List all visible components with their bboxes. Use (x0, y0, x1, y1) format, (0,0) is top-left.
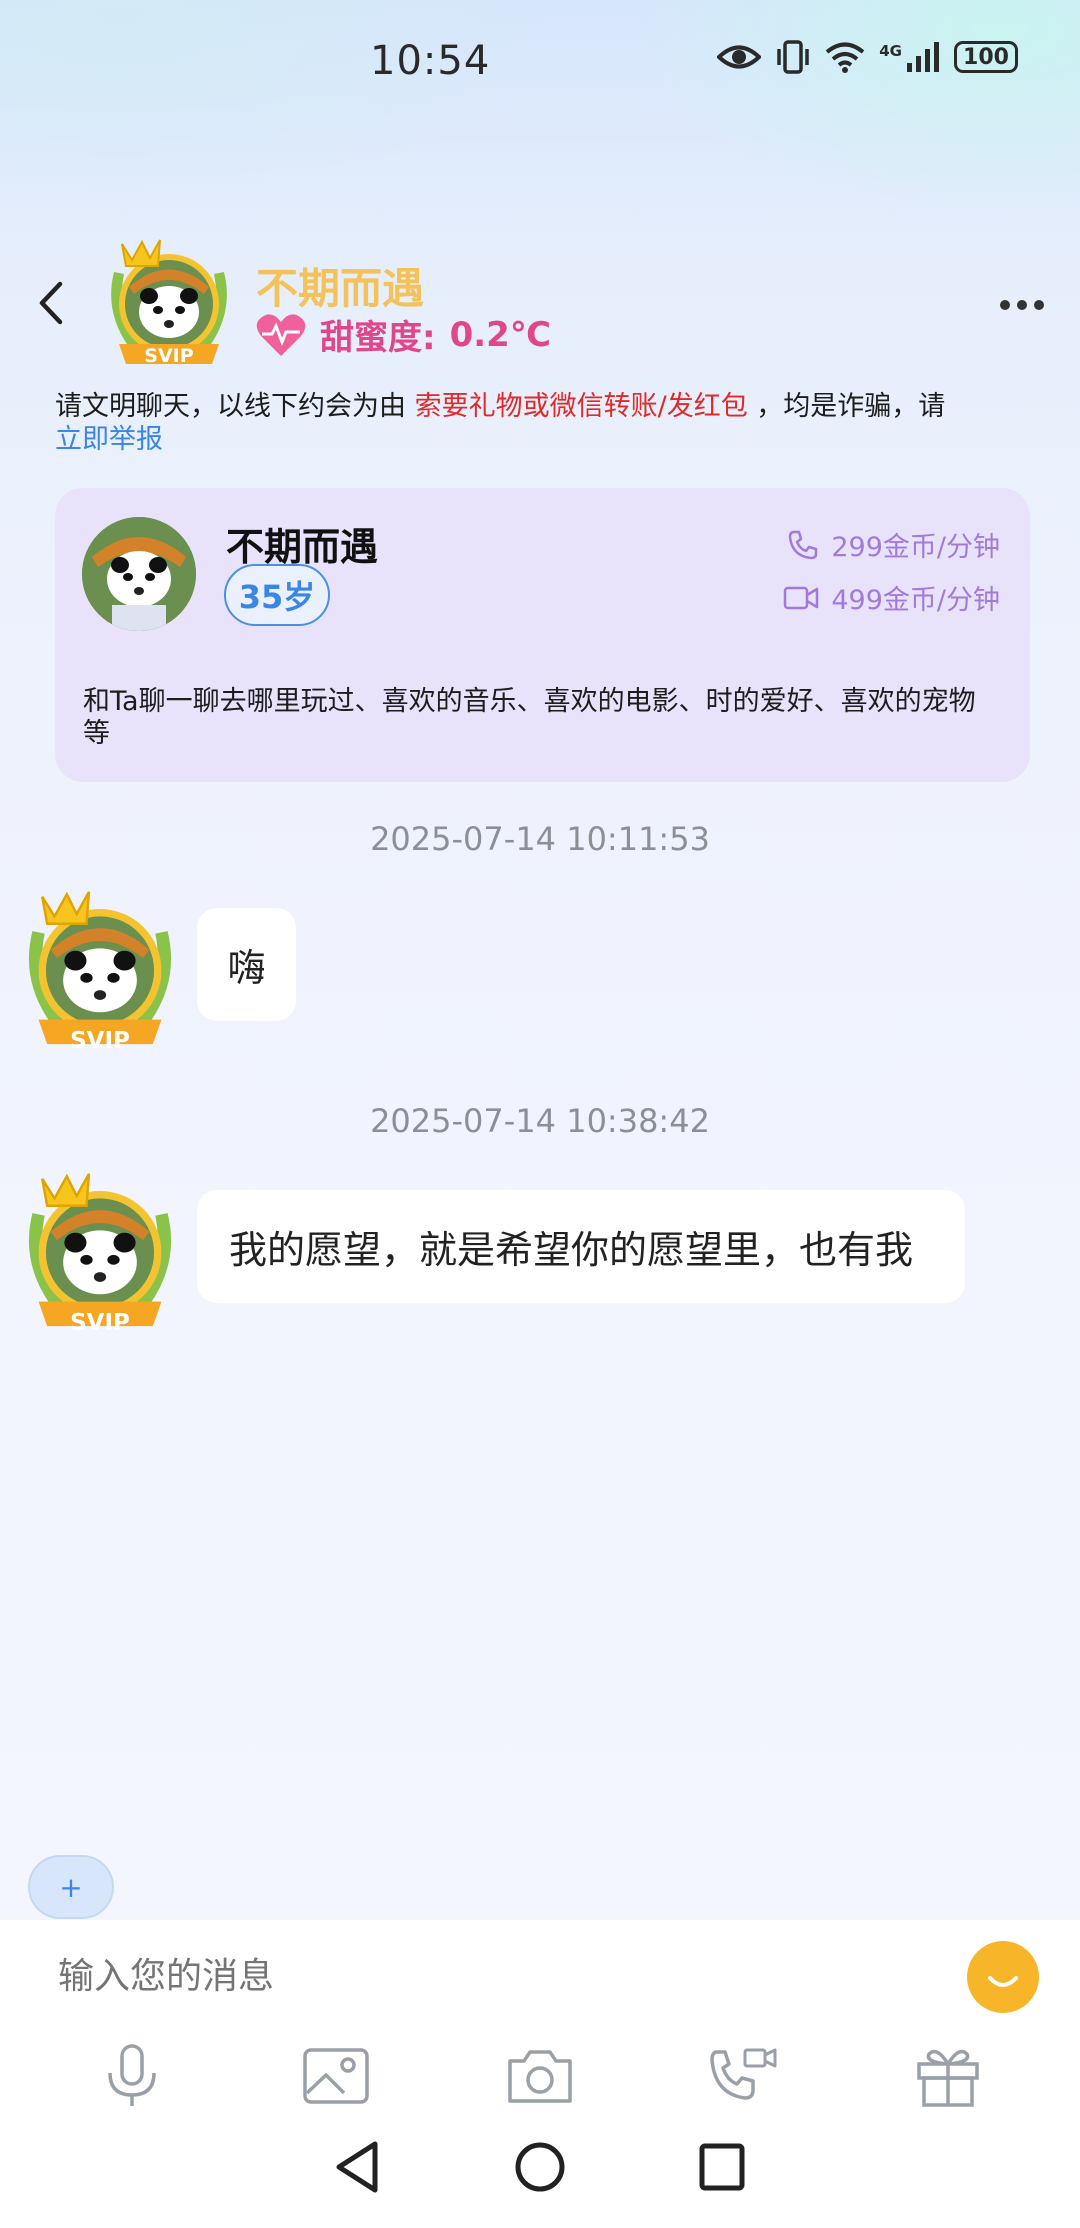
message-input[interactable] (56, 1955, 920, 1998)
svip-badge: SVIP (70, 1028, 130, 1054)
message-avatar[interactable]: SVIP (20, 882, 180, 1058)
message-bubble[interactable]: 嗨 (197, 908, 296, 1021)
composer-toolbar (0, 2036, 1080, 2116)
video-price-text: 499金币/分钟 (831, 585, 1000, 616)
image-icon[interactable] (296, 2036, 376, 2116)
message-timestamp: 2025-07-14 10:38:42 (370, 1102, 710, 1140)
notice-prefix: 请文明聊天，以线下约会为由 (55, 391, 415, 422)
status-time: 10:54 (370, 38, 491, 84)
notice-suffix: ，均是诈骗，请 (747, 391, 946, 422)
quick-add-button[interactable]: + (28, 1855, 114, 1919)
nav-home-icon[interactable] (513, 2140, 567, 2194)
video-call-icon[interactable] (704, 2036, 784, 2116)
heart-icon (256, 313, 306, 356)
video-icon (784, 586, 819, 609)
notice-highlight: 索要礼物或微信转账/发红包 (414, 391, 748, 422)
gift-icon[interactable] (908, 2036, 988, 2116)
wifi-icon (825, 42, 865, 73)
status-icons: 4G 100 (717, 40, 1018, 74)
message-bubble[interactable]: 我的愿望，就是希望你的愿望里，也有我 (197, 1190, 965, 1303)
voice-price[interactable]: 299金币/分钟 (787, 525, 1000, 564)
header-avatar[interactable]: SVIP (104, 232, 234, 376)
signal-icon (907, 42, 939, 72)
network-type: 4G (879, 42, 902, 60)
vibrate-icon (777, 40, 809, 74)
more-icon[interactable] (1000, 300, 1044, 310)
battery-indicator: 100 (954, 41, 1018, 73)
anti-fraud-notice: 请文明聊天，以线下约会为由 索要礼物或微信转账/发红包 ，均是诈骗，请 立即举报 (55, 390, 1015, 456)
report-link[interactable]: 立即举报 (55, 424, 163, 455)
sweetness-value: 0.2℃ (449, 314, 552, 355)
phone-icon (789, 530, 818, 559)
nav-recents-icon[interactable] (697, 2140, 747, 2194)
eye-icon (717, 45, 762, 69)
voice-price-text: 299金币/分钟 (831, 532, 1000, 563)
sweetness-row: 甜蜜度: 0.2℃ (256, 310, 551, 359)
emoji-icon[interactable] (967, 1941, 1039, 2013)
profile-description: 和Ta聊一聊去哪里玩过、喜欢的音乐、喜欢的电影、时的爱好、喜欢的宠物等 (83, 686, 976, 749)
message-timestamp: 2025-07-14 10:11:53 (370, 820, 710, 858)
video-price[interactable]: 499金币/分钟 (783, 578, 1000, 617)
sweetness-label: 甜蜜度: (320, 318, 436, 358)
profile-name: 不期而遇 (226, 525, 379, 569)
mic-icon[interactable] (92, 2036, 172, 2116)
nav-back-icon[interactable] (333, 2140, 383, 2194)
svip-badge: SVIP (144, 345, 194, 367)
age-badge: 35岁 (224, 564, 330, 626)
camera-icon[interactable] (500, 2036, 580, 2116)
system-nav-bar (0, 2140, 1080, 2194)
profile-avatar[interactable] (82, 517, 196, 631)
chat-partner-name: 不期而遇 (256, 264, 425, 313)
svip-badge: SVIP (70, 1310, 130, 1336)
back-arrow-icon[interactable] (36, 280, 66, 326)
message-avatar[interactable]: SVIP (20, 1164, 180, 1340)
